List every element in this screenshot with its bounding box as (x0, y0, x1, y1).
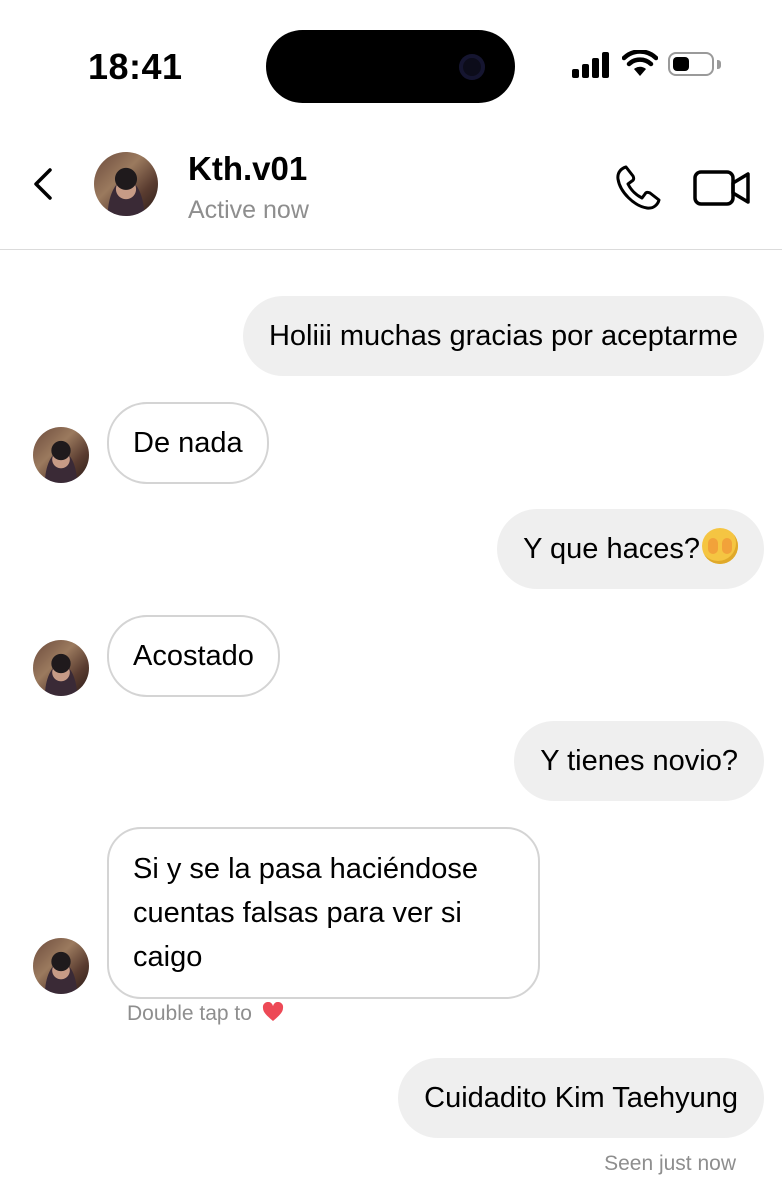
message-sent[interactable]: Y tienes novio? (514, 721, 764, 801)
sender-avatar[interactable] (33, 427, 89, 483)
message-text: Acostado (133, 640, 254, 672)
message-received[interactable]: Si y se la pasa haciéndose cuentas falsa… (107, 827, 540, 999)
message-sent[interactable]: Holiii muchas gracias por aceptarme (242, 296, 764, 376)
battery-level (673, 57, 689, 71)
phone-call-icon[interactable] (612, 162, 664, 214)
battery-tip (717, 60, 721, 69)
seen-status: Seen just now (604, 1152, 736, 1175)
message-text: Y que haces? (523, 533, 700, 565)
message-text: De nada (133, 427, 243, 459)
double-tap-hint: Double tap to (127, 1002, 284, 1026)
face-hand-over-mouth-emoji-icon (702, 528, 738, 564)
front-camera-icon (459, 54, 485, 80)
heart-icon (262, 1002, 283, 1021)
hint-text: Double tap to (127, 1002, 252, 1025)
message-text: Holiii muchas gracias por aceptarme (268, 320, 738, 352)
contact-avatar[interactable] (94, 152, 158, 216)
chat-screen: 18:41 Kth.v01 Active now Holiii muchas g… (0, 0, 782, 1200)
message-sent[interactable]: Cuidadito Kim Taehyung (398, 1058, 764, 1138)
message-received[interactable]: Acostado (107, 615, 280, 697)
active-status: Active now (188, 196, 309, 224)
sender-avatar[interactable] (33, 938, 89, 994)
battery-icon (668, 52, 714, 76)
chat-header: Kth.v01 Active now (0, 130, 782, 250)
message-received[interactable]: De nada (107, 402, 269, 484)
message-text: Cuidadito Kim Taehyung (424, 1082, 738, 1114)
status-time: 18:41 (88, 46, 183, 87)
dynamic-island (266, 30, 515, 103)
video-call-icon[interactable] (692, 166, 752, 210)
back-chevron-icon[interactable] (26, 164, 66, 204)
sender-avatar[interactable] (33, 640, 89, 696)
wifi-icon (622, 50, 658, 76)
message-text: Si y se la pasa haciéndose cuentas falsa… (133, 853, 478, 973)
contact-name[interactable]: Kth.v01 (188, 150, 307, 188)
message-text: Y tienes novio? (540, 745, 738, 777)
cellular-signal-icon (572, 50, 612, 78)
message-sent[interactable]: Y que haces? (497, 509, 764, 589)
